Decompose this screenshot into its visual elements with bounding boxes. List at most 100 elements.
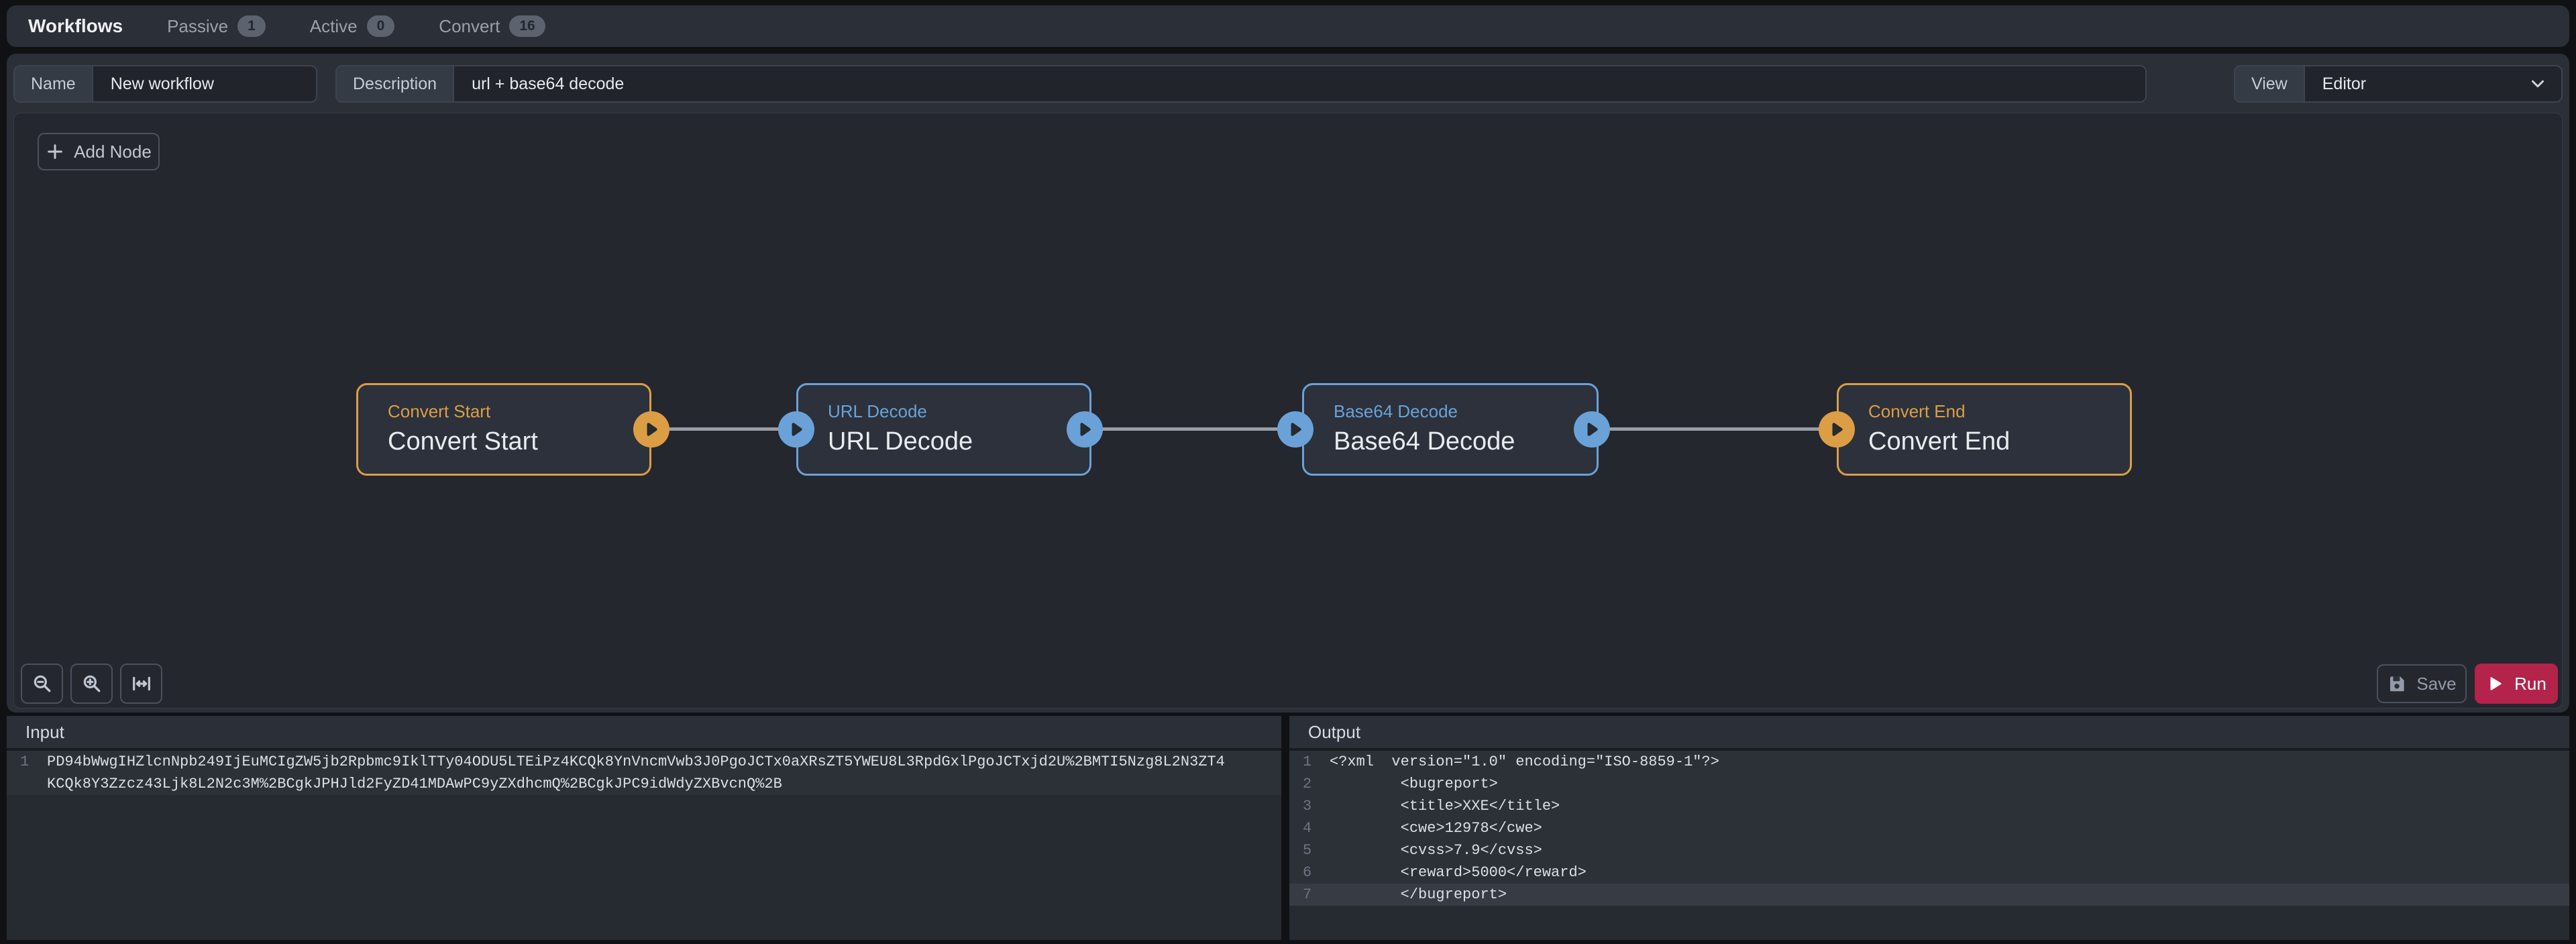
fit-to-width-button[interactable]: [120, 664, 162, 704]
tab-active-count-badge: 0: [367, 15, 395, 36]
output-code: <bugreport>: [1330, 773, 1498, 795]
description-field-label: Description: [337, 66, 454, 101]
plus-icon: [46, 142, 64, 161]
output-line: 2 <bugreport>: [1289, 773, 2569, 795]
run-button-label: Run: [2514, 674, 2546, 694]
tab-active-label: Active: [310, 16, 358, 37]
node-convert-start[interactable]: Convert Start Convert Start: [356, 383, 651, 476]
save-button[interactable]: Save: [2377, 664, 2467, 703]
input-code: PD94bWwgIHZlcnNpb249IjEuMCIgZW5jb2Rpbmc9…: [47, 751, 1225, 773]
input-panel-title: Input: [25, 722, 64, 743]
output-code: <reward>5000</reward>: [1330, 861, 1587, 884]
play-triangle-icon: [643, 421, 660, 438]
input-panel: Input 1 PD94bWwgIHZlcnNpb249IjEuMCIgZW5j…: [7, 716, 1281, 940]
zoom-in-button[interactable]: [70, 664, 113, 704]
tab-convert-count-badge: 16: [509, 15, 545, 36]
page-title: Workflows: [28, 15, 123, 37]
output-code: <?xml version="1.0" encoding="ISO-8859-1…: [1330, 751, 1719, 773]
view-select[interactable]: Editor: [2305, 66, 2561, 101]
line-number: 1: [1289, 751, 1330, 773]
output-code: <cwe>12978</cwe>: [1330, 817, 1542, 839]
output-code: </bugreport>: [1330, 884, 1507, 906]
port-out-base64-decode[interactable]: [1574, 411, 1610, 448]
port-out-url-decode[interactable]: [1067, 411, 1103, 448]
description-field-group: Description url + base64 decode: [335, 65, 2147, 103]
line-number: 2: [1289, 773, 1330, 795]
zoom-out-button[interactable]: [21, 664, 63, 704]
node-type-label: Base64 Decode: [1334, 401, 1597, 422]
port-in-url-decode[interactable]: [778, 411, 814, 448]
output-line: 5 <cvss>7.9</cvss>: [1289, 839, 2569, 861]
port-in-convert-end[interactable]: [1819, 411, 1855, 448]
node-base64-decode[interactable]: Base64 Decode Base64 Decode: [1302, 383, 1599, 476]
output-line: 1 <?xml version="1.0" encoding="ISO-8859…: [1289, 751, 2569, 773]
workflow-meta-toolbar: Name New workflow Description url + base…: [7, 54, 2569, 113]
workflow-editor-card: Name New workflow Description url + base…: [7, 54, 2569, 713]
line-number-empty: [7, 773, 47, 795]
edge-base64-decode-to-convert-end: [1599, 427, 1837, 431]
tab-convert-label: Convert: [439, 16, 500, 37]
chevron-down-icon: [2528, 74, 2548, 94]
node-title: URL Decode: [828, 427, 1089, 456]
name-field-label: Name: [15, 66, 93, 101]
tab-passive-count-badge: 1: [237, 15, 266, 36]
run-button[interactable]: Run: [2475, 664, 2558, 704]
play-triangle-icon: [788, 421, 805, 438]
line-number: 6: [1289, 861, 1330, 884]
view-field-label: View: [2235, 66, 2305, 101]
name-field-group: Name New workflow: [13, 65, 317, 103]
zoom-out-icon: [32, 673, 53, 694]
input-line-1: 1 PD94bWwgIHZlcnNpb249IjEuMCIgZW5jb2Rpbm…: [7, 751, 1281, 773]
add-node-button[interactable]: Add Node: [38, 133, 160, 170]
line-number: 7: [1289, 884, 1330, 906]
node-type-label: URL Decode: [828, 401, 1089, 422]
add-node-label: Add Node: [74, 142, 152, 162]
zoom-in-icon: [81, 673, 103, 694]
output-panel: Output 1 <?xml version="1.0" encoding="I…: [1289, 716, 2569, 940]
tab-passive-label: Passive: [167, 16, 228, 37]
tab-convert[interactable]: Convert 16: [439, 15, 545, 36]
output-editor[interactable]: 1 <?xml version="1.0" encoding="ISO-8859…: [1289, 751, 2569, 906]
output-line: 4 <cwe>12978</cwe>: [1289, 817, 2569, 839]
run-play-icon: [2486, 675, 2504, 692]
port-out-convert-start[interactable]: [633, 411, 669, 448]
line-number: 3: [1289, 795, 1330, 817]
workflow-graph-canvas[interactable]: Add Node Convert Start Convert Start URL…: [13, 113, 2563, 709]
play-triangle-icon: [1828, 421, 1845, 438]
node-type-label: Convert Start: [388, 401, 649, 422]
edge-convert-start-to-url-decode: [651, 427, 796, 431]
fit-width-icon: [131, 673, 152, 694]
save-button-label: Save: [2416, 674, 2456, 694]
node-url-decode[interactable]: URL Decode URL Decode: [796, 383, 1091, 476]
workflow-tabbar: Workflows Passive 1 Active 0 Convert 16: [7, 5, 2569, 47]
node-title: Convert End: [1868, 427, 2130, 456]
output-panel-header: Output: [1289, 716, 2569, 751]
node-type-label: Convert End: [1868, 401, 2130, 422]
view-field-group: View Editor: [2234, 65, 2563, 103]
view-select-value: Editor: [2322, 74, 2366, 94]
tab-active[interactable]: Active 0: [310, 15, 395, 36]
edge-url-decode-to-base64-decode: [1091, 427, 1302, 431]
output-line-active: 7 </bugreport>: [1289, 884, 2569, 906]
description-input[interactable]: url + base64 decode: [454, 66, 2145, 101]
input-editor[interactable]: 1 PD94bWwgIHZlcnNpb249IjEuMCIgZW5jb2Rpbm…: [7, 751, 1281, 795]
name-input[interactable]: New workflow: [93, 66, 316, 101]
tab-passive[interactable]: Passive 1: [167, 15, 266, 36]
line-number: 4: [1289, 817, 1330, 839]
output-line: 3 <title>XXE</title>: [1289, 795, 2569, 817]
output-panel-title: Output: [1308, 722, 1360, 743]
node-title: Base64 Decode: [1334, 427, 1597, 456]
output-code: <title>XXE</title>: [1330, 795, 1560, 817]
floppy-disk-icon: [2387, 674, 2407, 694]
port-in-base64-decode[interactable]: [1277, 411, 1313, 448]
output-line: 6 <reward>5000</reward>: [1289, 861, 2569, 884]
line-number: 1: [7, 751, 47, 773]
play-triangle-icon: [1076, 421, 1093, 438]
input-panel-header: Input: [7, 716, 1281, 751]
input-line-1-wrap: KCQk8Y3Zzcz43Ljk8L2N2c3M%2BCgkJPHJld2FyZ…: [7, 773, 1281, 795]
play-triangle-icon: [1583, 421, 1601, 438]
output-code: <cvss>7.9</cvss>: [1330, 839, 1542, 861]
play-triangle-icon: [1287, 421, 1304, 438]
node-convert-end[interactable]: Convert End Convert End: [1837, 383, 2132, 476]
input-code: KCQk8Y3Zzcz43Ljk8L2N2c3M%2BCgkJPHJld2FyZ…: [47, 773, 782, 795]
